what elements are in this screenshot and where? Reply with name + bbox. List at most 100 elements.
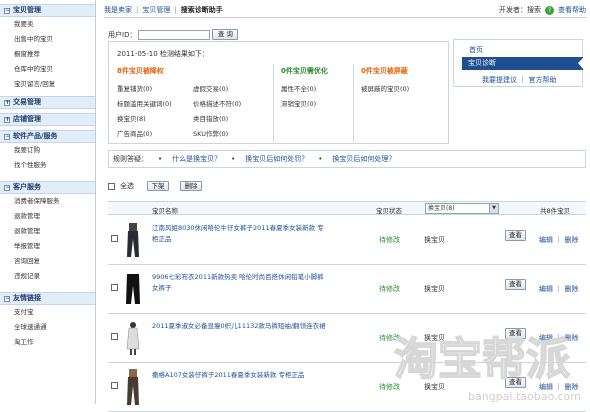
sidebar-item[interactable]: 仓库中的宝贝 bbox=[0, 62, 95, 77]
view-button[interactable]: 查看 bbox=[505, 230, 526, 241]
delete-button[interactable]: 删除 bbox=[180, 181, 202, 191]
help-icon[interactable]: ? bbox=[545, 5, 554, 15]
row-checkbox[interactable] bbox=[111, 284, 118, 291]
edit-delete-links[interactable]: 编辑 ｜ 删除 bbox=[539, 333, 578, 343]
view-button[interactable]: 查看 bbox=[505, 328, 526, 339]
sidebar-item[interactable]: 全球速通通 bbox=[0, 320, 95, 335]
item-count: 共8件宝贝 bbox=[540, 207, 571, 215]
right-nav: 首页 宝贝诊断 我要提建议 ｜ 官方帮助 bbox=[453, 39, 584, 87]
row-checkbox[interactable] bbox=[111, 333, 118, 340]
sidebar-header-shop[interactable]: + 店铺管理 bbox=[0, 113, 95, 126]
edit-delete-links[interactable]: 编辑 ｜ 删除 bbox=[539, 235, 578, 245]
select-all-checkbox[interactable] bbox=[108, 182, 115, 190]
help-link[interactable]: 查看帮助 bbox=[558, 5, 586, 15]
sidebar-header-trade[interactable]: + 交易管理 bbox=[0, 96, 95, 109]
faq-link[interactable]: 什么是换宝贝？ bbox=[172, 154, 221, 164]
collapse-icon[interactable]: − bbox=[4, 184, 10, 191]
sidebar-item[interactable]: 我要订购 bbox=[0, 143, 95, 158]
table-row: 9906七彩布衣2011新款热卖 哈伦时尚百搭休闲铅笔小脚裤 女裤子 待修改 换… bbox=[108, 265, 586, 314]
sidebar-item[interactable]: 退款管理 bbox=[0, 224, 95, 239]
table-header: 宝贝名称 宝贝状态 换宝贝(8) ▼ 共8件宝贝 bbox=[108, 201, 586, 215]
status-badge: 待修改 bbox=[379, 334, 400, 342]
nav-active-diagnosis[interactable]: 宝贝诊断 bbox=[462, 57, 584, 70]
sidebar-item[interactable]: 橱窗推荐 bbox=[0, 47, 95, 62]
product-thumbnail[interactable] bbox=[124, 270, 142, 308]
breadcrumb-item[interactable]: 宝贝管理 bbox=[142, 5, 170, 15]
nav-home-link[interactable]: 首页 bbox=[469, 45, 483, 55]
result-item: 广告商品(0) bbox=[117, 130, 153, 138]
sidebar-item[interactable]: 找个性服务 bbox=[0, 158, 95, 173]
sidebar-item[interactable]: 消费者保障服务 bbox=[0, 194, 95, 209]
product-thumbnail[interactable] bbox=[124, 368, 142, 406]
sidebar-item[interactable]: 我要卖 bbox=[0, 17, 95, 32]
problem-type: 换宝贝 bbox=[424, 236, 445, 244]
sidebar-header-links[interactable]: − 友情链接 bbox=[0, 292, 95, 305]
breadcrumb-item[interactable]: 我是卖家 bbox=[104, 5, 132, 15]
expand-icon[interactable]: + bbox=[4, 99, 10, 106]
sidebar-item[interactable]: 出售中的宝贝 bbox=[0, 32, 95, 47]
expand-icon[interactable]: + bbox=[4, 116, 10, 123]
view-button[interactable]: 查看 bbox=[505, 377, 526, 388]
product-title-link[interactable]: 2011夏季淑女必备显瘦0织儿11132款马裤短袖/翻领连衣裙 bbox=[152, 321, 330, 332]
sidebar-item[interactable]: 宝贝留言/回复 bbox=[0, 77, 95, 92]
blocked-count-title: 0件宝贝被屏蔽 bbox=[361, 67, 408, 75]
edit-delete-links[interactable]: 编辑 ｜ 删除 bbox=[539, 382, 578, 392]
sidebar-item[interactable]: 举报管理 bbox=[0, 239, 95, 254]
table-row: 江南风姐8030休闲哈伦牛仔女裤子2011春夏季女装新款 专柜正品 待修改 换宝… bbox=[108, 216, 586, 265]
table-toolbar: 全选 下架 删除 bbox=[108, 181, 202, 191]
sidebar-item[interactable]: 支付宝 bbox=[0, 305, 95, 320]
optimize-count-title: 0件宝贝需优化 bbox=[281, 67, 328, 75]
result-item: 被屏蔽的宝贝(0) bbox=[361, 85, 410, 93]
result-item: 标题滥用关键词(0) bbox=[117, 100, 172, 108]
problem-type: 换宝贝 bbox=[424, 285, 445, 293]
col-header-name: 宝贝名称 bbox=[152, 207, 178, 215]
product-thumbnail[interactable] bbox=[124, 319, 142, 357]
product-title-link[interactable]: 江南风姐8030休闲哈伦牛仔女裤子2011春夏季女装新款 专柜正品 bbox=[152, 223, 330, 245]
query-button[interactable]: 查 询 bbox=[212, 29, 239, 40]
sidebar-item[interactable]: 违规记录 bbox=[0, 269, 95, 284]
delist-button[interactable]: 下架 bbox=[147, 181, 169, 191]
sidebar-header-software[interactable]: − 软件产品/服务 bbox=[0, 130, 95, 143]
problem-type: 换宝贝 bbox=[424, 383, 445, 391]
developer-label: 开发者：搜索 bbox=[499, 6, 541, 14]
faq-link[interactable]: 换宝贝后如何处罚？ bbox=[245, 154, 308, 164]
topbar-right: 开发者：搜索 ? 查看帮助 bbox=[499, 5, 586, 15]
result-item: 类目错放(0) bbox=[193, 115, 229, 123]
rules-faq-bar: 规则答疑： • 什么是换宝贝？ • 换宝贝后如何处罚？ • 换宝贝后如何处理？ bbox=[108, 150, 586, 168]
sidebar-item[interactable]: 淘工作 bbox=[0, 335, 95, 350]
sidebar-header-service[interactable]: − 客户服务 bbox=[0, 181, 95, 194]
row-checkbox[interactable] bbox=[111, 382, 118, 389]
table-row: 撒格A107女装仔裤子2011春夏季女装新款 专柜正品 待修改 换宝贝 查看 编… bbox=[108, 363, 586, 412]
sidebar: − 宝贝管理 我要卖 出售中的宝贝 橱窗推荐 仓库中的宝贝 宝贝留言/回复 + 交易… bbox=[0, 0, 96, 404]
sidebar-item[interactable]: 咨询回复 bbox=[0, 254, 95, 269]
result-date: 2011-05-10 检测结果如下： bbox=[117, 50, 209, 58]
faq-link[interactable]: 换宝贝后如何处理？ bbox=[332, 154, 395, 164]
sidebar-section: − 宝贝管理 我要卖 出售中的宝贝 橱窗推荐 仓库中的宝贝 宝贝留言/回复 bbox=[0, 4, 95, 92]
collapse-icon[interactable]: − bbox=[4, 295, 10, 302]
nav-links[interactable]: 我要提建议 ｜ 官方帮助 bbox=[482, 75, 556, 85]
user-id-input[interactable] bbox=[138, 29, 211, 40]
demoted-count-title: 8件宝贝被降权 bbox=[117, 67, 164, 75]
status-filter-select[interactable]: 换宝贝(8) ▼ bbox=[425, 203, 499, 214]
row-checkbox[interactable] bbox=[111, 235, 118, 242]
divider bbox=[273, 64, 274, 142]
status-badge: 待修改 bbox=[379, 383, 400, 391]
result-item-swap[interactable]: 换宝贝(8) bbox=[117, 113, 146, 123]
result-item: 滞销宝贝(0) bbox=[281, 100, 317, 108]
view-button[interactable]: 查看 bbox=[505, 279, 526, 290]
product-thumbnail[interactable] bbox=[124, 221, 142, 259]
sidebar-item[interactable]: 退款管理 bbox=[0, 209, 95, 224]
edit-delete-links[interactable]: 编辑 ｜ 删除 bbox=[539, 284, 578, 294]
collapse-icon[interactable]: − bbox=[4, 7, 10, 14]
sidebar-header-item-mgmt[interactable]: − 宝贝管理 bbox=[0, 4, 95, 17]
table-row: 2011夏季淑女必备显瘦0织儿11132款马裤短袖/翻领连衣裙 待修改 换宝贝 … bbox=[108, 314, 586, 363]
collapse-icon[interactable]: − bbox=[4, 133, 10, 140]
col-header-status: 宝贝状态 bbox=[376, 207, 402, 215]
breadcrumb-bar: 我是卖家 | 宝贝管理 | 搜索诊断助手 开发者：搜索 ? 查看帮助 bbox=[104, 3, 586, 18]
product-title-link[interactable]: 9906七彩布衣2011新款热卖 哈伦时尚百搭休闲铅笔小脚裤 女裤子 bbox=[152, 272, 330, 294]
status-badge: 待修改 bbox=[379, 285, 400, 293]
product-title-link[interactable]: 撒格A107女装仔裤子2011春夏季女装新款 专柜正品 bbox=[152, 370, 330, 381]
chevron-down-icon[interactable]: ▼ bbox=[489, 204, 498, 213]
search-row: 用户ID： 查 询 bbox=[108, 29, 239, 40]
result-item: 虚假交易(0) bbox=[193, 85, 229, 93]
